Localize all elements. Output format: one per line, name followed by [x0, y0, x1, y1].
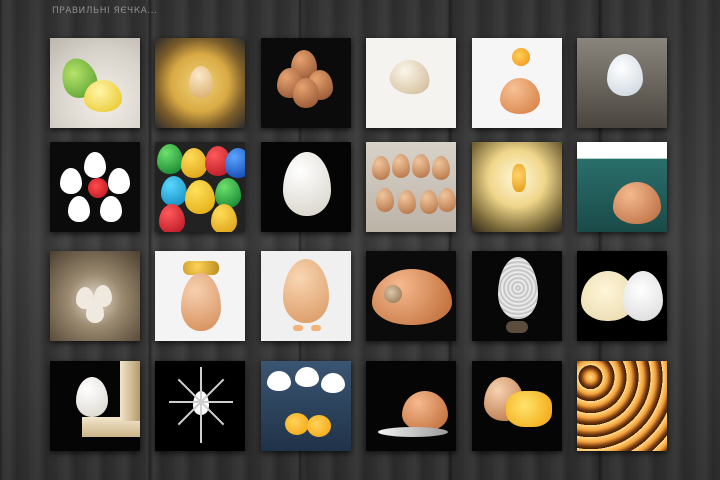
photo-image	[50, 361, 140, 451]
photo-thumb[interactable]	[155, 361, 245, 451]
photo-thumb[interactable]	[366, 38, 456, 128]
photo-grid	[0, 0, 720, 480]
photo-image	[472, 38, 562, 128]
photo-thumb[interactable]	[366, 251, 456, 341]
photo-image	[50, 251, 140, 341]
photo-image	[261, 251, 351, 341]
photo-thumb[interactable]	[155, 142, 245, 232]
photo-image	[155, 251, 245, 341]
photo-thumb[interactable]	[472, 38, 562, 128]
photo-image	[155, 142, 245, 232]
photo-image	[577, 142, 667, 232]
photo-thumb[interactable]	[50, 251, 140, 341]
photo-thumb[interactable]	[261, 361, 351, 451]
photo-image	[472, 251, 562, 341]
photo-thumb[interactable]	[577, 251, 667, 341]
photo-image	[261, 361, 351, 451]
photo-thumb[interactable]	[577, 142, 667, 232]
photo-image	[50, 38, 140, 128]
photo-image	[50, 142, 140, 232]
photo-thumb[interactable]	[50, 38, 140, 128]
photo-image	[261, 142, 351, 232]
photo-image	[366, 38, 456, 128]
photo-image	[577, 361, 667, 451]
photo-thumb[interactable]	[155, 251, 245, 341]
photo-image	[577, 251, 667, 341]
photo-image	[472, 361, 562, 451]
photo-image	[155, 38, 245, 128]
photo-thumb[interactable]	[261, 142, 351, 232]
photo-thumb[interactable]	[472, 251, 562, 341]
photo-image	[366, 361, 456, 451]
photo-thumb[interactable]	[577, 38, 667, 128]
photo-image	[155, 361, 245, 451]
photo-thumb[interactable]	[261, 251, 351, 341]
photo-thumb[interactable]	[155, 38, 245, 128]
photo-image	[577, 38, 667, 128]
photo-image	[472, 142, 562, 232]
photo-thumb[interactable]	[366, 142, 456, 232]
photo-thumb[interactable]	[50, 142, 140, 232]
photo-image	[366, 142, 456, 232]
photo-thumb[interactable]	[366, 361, 456, 451]
photo-thumb[interactable]	[472, 361, 562, 451]
photo-thumb[interactable]	[50, 361, 140, 451]
photo-image	[366, 251, 456, 341]
photo-image	[261, 38, 351, 128]
photo-thumb[interactable]	[577, 361, 667, 451]
photo-thumb[interactable]	[472, 142, 562, 232]
photo-thumb[interactable]	[261, 38, 351, 128]
